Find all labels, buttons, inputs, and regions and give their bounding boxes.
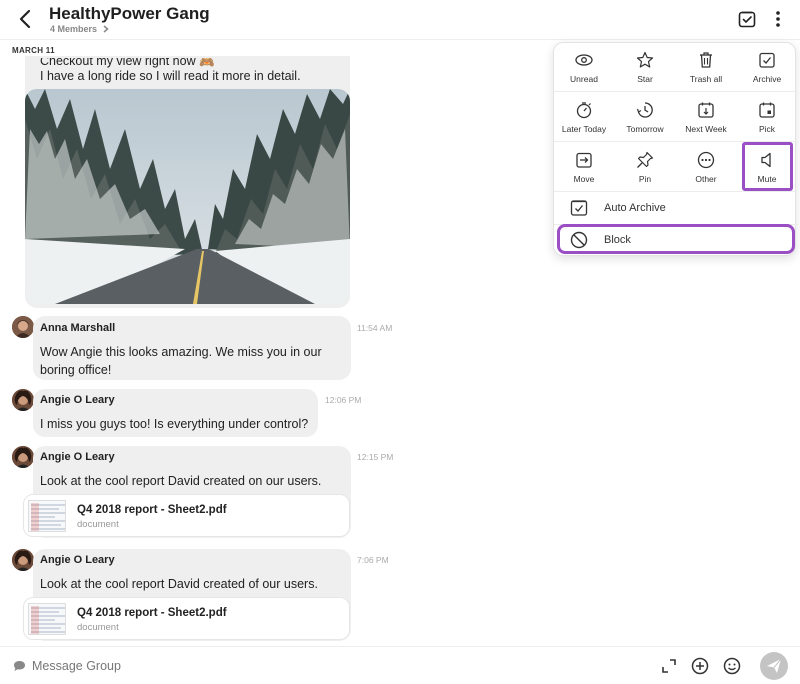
emoji-icon[interactable] xyxy=(723,657,741,675)
shared-photo[interactable] xyxy=(25,89,350,304)
menu-item-unread[interactable]: Unread xyxy=(554,43,614,92)
menu-item-label: Star xyxy=(637,74,653,84)
chevron-right-icon xyxy=(103,25,109,33)
message-time: 7:06 PM xyxy=(357,555,389,565)
message-text: I miss you guys too! Is everything under… xyxy=(40,417,309,431)
avatar[interactable] xyxy=(12,316,34,338)
menu-item-label: Other xyxy=(695,174,717,184)
block-icon xyxy=(570,231,588,249)
file-attachment[interactable]: Q4 2018 report - Sheet2.pdf document xyxy=(23,494,350,537)
star-icon xyxy=(636,51,654,69)
menu-item-move[interactable]: Move xyxy=(554,143,614,192)
calendar-pick-icon xyxy=(758,101,776,119)
calendar-down-icon xyxy=(697,101,715,119)
menu-item-archive[interactable]: Archive xyxy=(737,43,797,92)
menu-item-block[interactable]: Block xyxy=(554,225,797,257)
menu-row: Later Today Tomorrow Next Week Pick xyxy=(554,93,797,142)
menu-item-star[interactable]: Star xyxy=(615,43,675,92)
attachment-name: Q4 2018 report - Sheet2.pdf xyxy=(77,504,227,516)
document-thumbnail xyxy=(28,603,66,635)
document-thumbnail xyxy=(28,500,66,532)
date-separator: MARCH 11 xyxy=(12,46,55,55)
attachment-type: document xyxy=(77,622,119,633)
ellipsis-circle-icon xyxy=(697,151,715,169)
menu-item-other[interactable]: Other xyxy=(676,143,736,192)
pin-icon xyxy=(636,151,654,169)
message-text: Wow Angie this looks amazing. We miss yo… xyxy=(40,345,322,377)
menu-item-label: Pin xyxy=(638,174,652,184)
actions-menu: Unread Star Trash all Archive Later Toda… xyxy=(553,42,797,257)
clock-icon xyxy=(636,101,654,119)
menu-item-trash-all[interactable]: Trash all xyxy=(676,43,736,92)
sender-name: Angie O Leary xyxy=(40,554,115,566)
menu-item-label: Mute xyxy=(757,174,777,184)
eye-icon xyxy=(575,51,593,69)
move-icon xyxy=(575,151,593,169)
menu-item-label: Tomorrow xyxy=(626,124,664,134)
menu-item-next-week[interactable]: Next Week xyxy=(676,93,736,142)
sender-name: Angie O Leary xyxy=(40,394,115,406)
message-time: 11:54 AM xyxy=(357,323,393,333)
menu-item-label: Auto Archive xyxy=(604,202,666,214)
menu-row: Move Pin Other Mute xyxy=(554,143,797,192)
stopwatch-icon xyxy=(575,101,593,119)
attachment-type: document xyxy=(77,519,119,530)
trash-icon xyxy=(697,51,715,69)
menu-item-label: Pick xyxy=(758,124,776,134)
menu-item-label: Trash all xyxy=(689,74,723,84)
message-text: I have a long ride so I will read it mor… xyxy=(40,69,301,83)
select-check-icon[interactable] xyxy=(737,9,757,29)
message-composer xyxy=(0,646,800,684)
chat-header: HealthyPower Gang 4 Members xyxy=(0,0,800,40)
archive-check-icon xyxy=(570,199,588,217)
menu-item-pin[interactable]: Pin xyxy=(615,143,675,192)
more-vertical-icon[interactable] xyxy=(770,9,786,29)
menu-item-label: Next Week xyxy=(685,124,727,134)
menu-item-label: Block xyxy=(604,234,631,246)
expand-icon[interactable] xyxy=(660,657,678,675)
add-circle-icon[interactable] xyxy=(691,657,709,675)
message-time: 12:06 PM xyxy=(325,395,362,405)
menu-item-later-today[interactable]: Later Today xyxy=(554,93,614,142)
menu-item-label: Unread xyxy=(570,74,598,84)
menu-row: Unread Star Trash all Archive xyxy=(554,43,797,92)
menu-item-label: Archive xyxy=(752,74,782,84)
speaker-icon xyxy=(758,151,776,169)
avatar[interactable] xyxy=(12,549,34,571)
avatar[interactable] xyxy=(12,446,34,468)
menu-item-label: Move xyxy=(573,174,595,184)
members-count: 4 Members xyxy=(50,24,98,34)
send-icon xyxy=(767,658,782,673)
sender-name: Anna Marshall xyxy=(40,322,116,334)
message-input[interactable] xyxy=(12,657,412,675)
attachment-name: Q4 2018 report - Sheet2.pdf xyxy=(77,607,227,619)
group-title[interactable]: HealthyPower Gang xyxy=(49,4,210,24)
message-time: 12:15 PM xyxy=(357,452,394,462)
back-chevron-icon[interactable] xyxy=(16,8,36,30)
sender-name: Angie O Leary xyxy=(40,451,115,463)
file-attachment[interactable]: Q4 2018 report - Sheet2.pdf document xyxy=(23,597,350,640)
menu-item-pick[interactable]: Pick xyxy=(737,93,797,142)
members-link[interactable]: 4 Members xyxy=(50,24,109,34)
menu-item-label: Later Today xyxy=(561,124,607,134)
send-button[interactable] xyxy=(760,652,788,680)
menu-item-auto-archive[interactable]: Auto Archive xyxy=(554,193,797,225)
archive-check-icon xyxy=(758,51,776,69)
avatar[interactable] xyxy=(12,389,34,411)
menu-item-mute[interactable]: Mute xyxy=(737,143,797,192)
message-text: Look at the cool report David created on… xyxy=(40,474,322,488)
message-text: Look at the cool report David created of… xyxy=(40,577,318,591)
menu-item-tomorrow[interactable]: Tomorrow xyxy=(615,93,675,142)
